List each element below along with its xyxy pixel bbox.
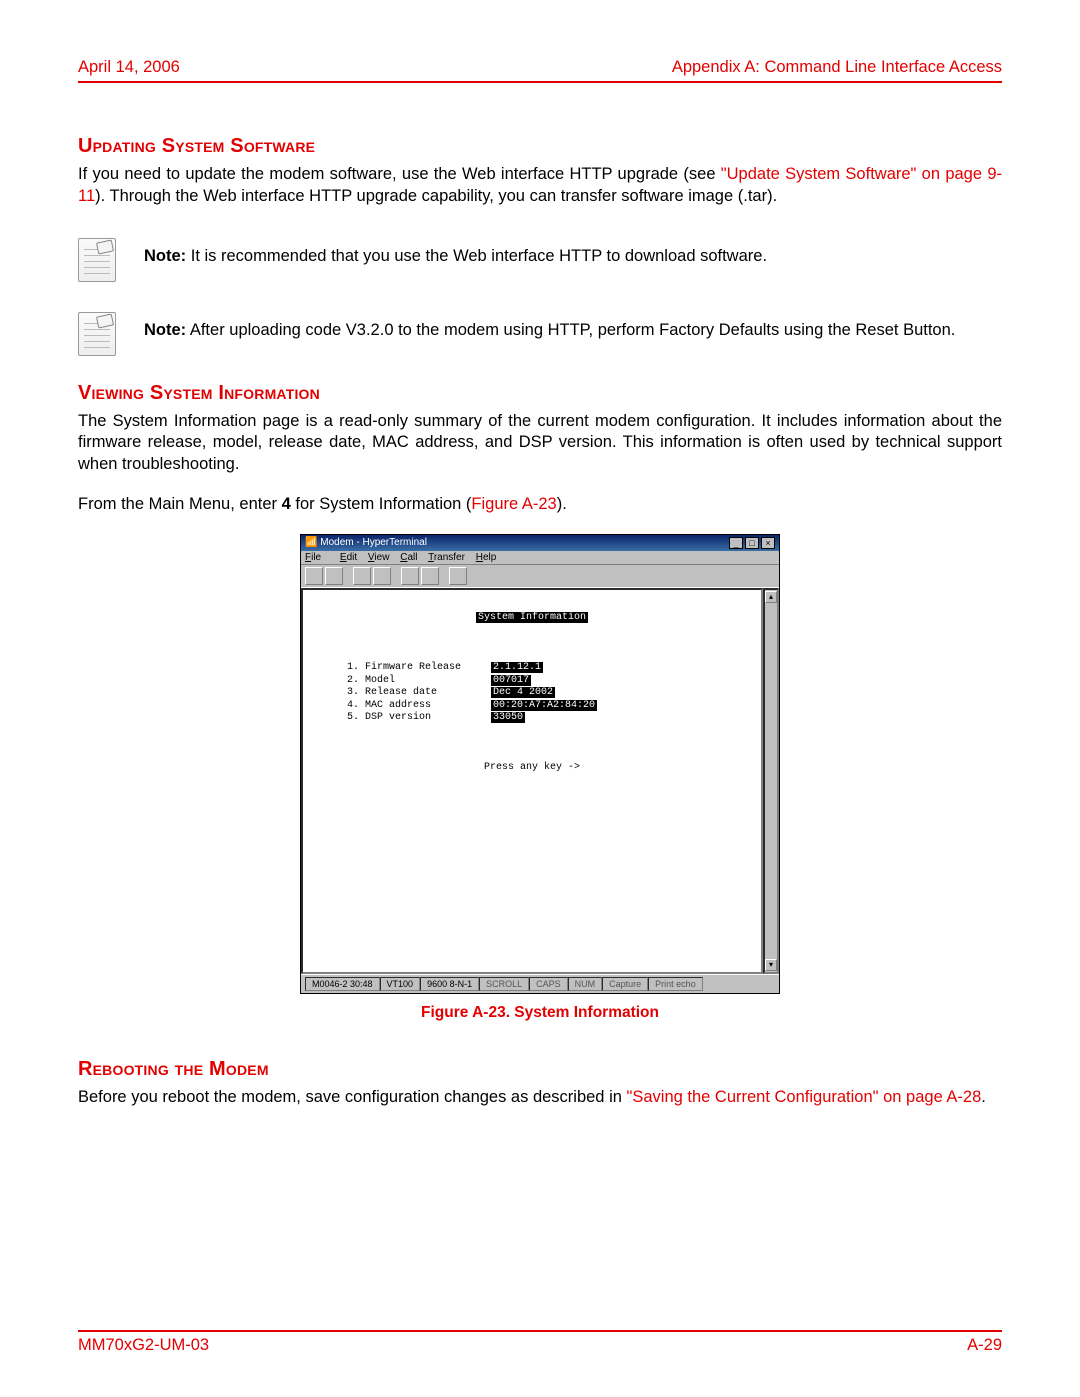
menu-help[interactable]: Help: [476, 552, 497, 563]
figure-caption: Figure A-23. System Information: [300, 1004, 780, 1022]
header-date: April 14, 2006: [78, 58, 180, 77]
footer-right: A-29: [967, 1336, 1002, 1355]
link-saving-config[interactable]: "Saving the Current Configuration" on pa…: [627, 1088, 982, 1106]
footer-left: MM70xG2-UM-03: [78, 1336, 209, 1355]
figure-a23: 📶 Modem - HyperTerminal _□× File Edit Vi…: [300, 534, 780, 1023]
link-figure-a23[interactable]: Figure A-23: [471, 495, 556, 513]
terminal-row: 3. Release date Dec 4 2002: [317, 687, 747, 700]
status-terminal: VT100: [380, 977, 421, 991]
page-footer: MM70xG2-UM-03 A-29: [78, 1330, 1002, 1355]
terminal-area: System Information 1. Firmware Release 2…: [301, 588, 763, 975]
status-print: Print echo: [648, 977, 703, 991]
status-bar: M0046-2 30:48 VT100 9600 8-N-1 SCROLL CA…: [301, 974, 779, 993]
terminal-title: System Information: [476, 612, 588, 623]
menu-transfer[interactable]: Transfer: [428, 552, 465, 563]
section-title-updating: Updating System Software: [78, 135, 1002, 158]
terminal-prompt: Press any key ->: [317, 762, 747, 775]
menu-edit[interactable]: Edit: [340, 552, 357, 563]
terminal-row: 5. DSP version 33050: [317, 712, 747, 725]
page: April 14, 2006 Appendix A: Command Line …: [0, 0, 1080, 1397]
section-title-viewing: Viewing System Information: [78, 382, 1002, 405]
scrollbar[interactable]: ▴ ▾: [763, 588, 779, 975]
note-icon: [78, 238, 116, 282]
scroll-up-icon[interactable]: ▴: [765, 591, 777, 603]
tool-button[interactable]: [325, 567, 343, 585]
note-icon: [78, 312, 116, 356]
section-title-rebooting: Rebooting the Modem: [78, 1058, 1002, 1081]
status-capture: Capture: [602, 977, 648, 991]
menu-file[interactable]: File: [305, 552, 329, 563]
terminal-row: 2. Model 007017: [317, 675, 747, 688]
note-block-2: Note: After uploading code V3.2.0 to the…: [78, 312, 1002, 356]
menu-call[interactable]: Call: [400, 552, 417, 563]
note-text: Note: It is recommended that you use the…: [144, 238, 767, 268]
status-num: NUM: [568, 977, 603, 991]
sec3-paragraph: Before you reboot the modem, save config…: [78, 1087, 1002, 1109]
minimize-button[interactable]: _: [729, 537, 743, 549]
tool-button[interactable]: [449, 567, 467, 585]
terminal-row: 1. Firmware Release 2.1.12.1: [317, 662, 747, 675]
status-caps: CAPS: [529, 977, 568, 991]
window-titlebar: 📶 Modem - HyperTerminal _□×: [301, 535, 779, 551]
window-title: 📶 Modem - HyperTerminal: [305, 537, 427, 548]
header-appendix: Appendix A: Command Line Interface Acces…: [672, 58, 1002, 77]
tool-button[interactable]: [305, 567, 323, 585]
close-button[interactable]: ×: [761, 537, 775, 549]
toolbar: [301, 565, 779, 588]
sec2-paragraph-1: The System Information page is a read-on…: [78, 411, 1002, 476]
status-scroll: SCROLL: [479, 977, 529, 991]
menu-bar: File Edit View Call Transfer Help: [301, 551, 779, 565]
menu-view[interactable]: View: [368, 552, 390, 563]
page-header: April 14, 2006 Appendix A: Command Line …: [78, 58, 1002, 83]
status-baud: 9600 8-N-1: [420, 977, 479, 991]
maximize-button[interactable]: □: [745, 537, 759, 549]
tool-button[interactable]: [373, 567, 391, 585]
sec2-paragraph-2: From the Main Menu, enter 4 for System I…: [78, 494, 1002, 516]
hyperterminal-window: 📶 Modem - HyperTerminal _□× File Edit Vi…: [300, 534, 780, 995]
scroll-down-icon[interactable]: ▾: [765, 959, 777, 971]
tool-button[interactable]: [401, 567, 419, 585]
note-text: Note: After uploading code V3.2.0 to the…: [144, 312, 955, 342]
tool-button[interactable]: [421, 567, 439, 585]
note-block-1: Note: It is recommended that you use the…: [78, 238, 1002, 282]
window-controls: _□×: [727, 537, 775, 549]
terminal-row: 4. MAC address 00:20:A7:A2:84:20: [317, 700, 747, 713]
sec1-paragraph: If you need to update the modem software…: [78, 164, 1002, 208]
tool-button[interactable]: [353, 567, 371, 585]
status-connection: M0046-2 30:48: [305, 977, 380, 991]
